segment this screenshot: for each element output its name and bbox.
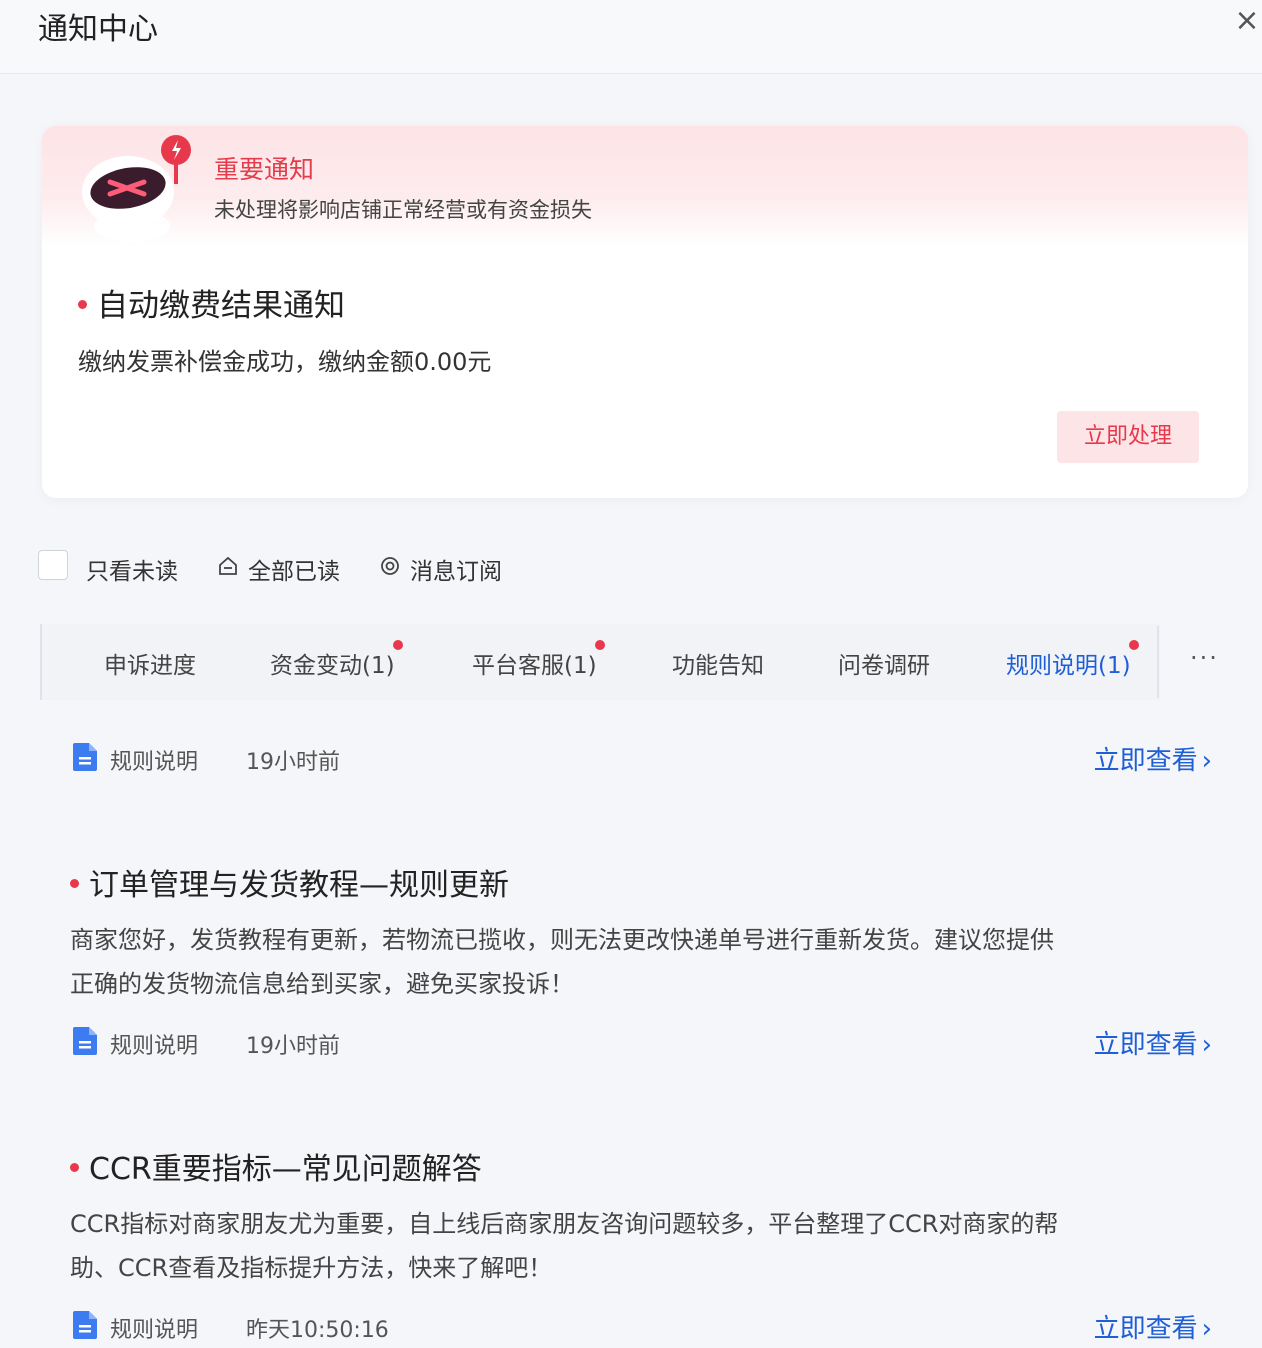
tab-divider — [1157, 626, 1159, 698]
view-now-label: 立即查看 — [1093, 746, 1198, 776]
tab-label: 功能告知 — [672, 653, 764, 679]
message-meta: 规则说明 昨天10:50:16 立即查看 › — [72, 1310, 1222, 1344]
tab-label: 申诉进度 — [104, 653, 196, 679]
subscribe-icon[interactable] — [378, 554, 402, 578]
important-notice-card: 重要通知 未处理将影响店铺正常经营或有资金损失 自动缴费结果通知 缴纳发票补偿金… — [42, 126, 1248, 498]
message-time: 19小时前 — [246, 1034, 340, 1059]
important-notice-subtitle: 未处理将影响店铺正常经营或有资金损失 — [214, 198, 592, 222]
close-icon[interactable]: × — [1232, 4, 1262, 38]
message-meta: 规则说明 19小时前 立即查看 › — [72, 1026, 1222, 1060]
unread-badge — [392, 640, 403, 650]
notice-description: 缴纳发票补偿金成功，缴纳金额0.00元 — [78, 348, 492, 376]
message-meta: 规则说明 19小时前 立即查看 › — [72, 742, 1222, 776]
message-description-line: 商家您好，发货教程有更新，若物流已揽收，则无法更改快递单号进行重新发货。建议您提… — [70, 926, 1054, 954]
tab-label: 资金变动(1) — [270, 653, 395, 679]
unread-badge — [594, 640, 605, 650]
tab-rules[interactable]: 规则说明(1) — [1006, 640, 1139, 680]
unread-dot — [70, 879, 79, 888]
tab-label: 平台客服(1) — [472, 653, 597, 679]
message-time: 昨天10:50:16 — [246, 1318, 389, 1343]
message-subscribe-button[interactable]: 消息订阅 — [410, 552, 502, 586]
tab-survey[interactable]: 问卷调研 — [838, 646, 930, 680]
message-title-text: 订单管理与发货教程—规则更新 — [89, 868, 509, 903]
unread-only-checkbox[interactable] — [38, 550, 68, 580]
document-icon — [73, 1027, 97, 1055]
view-now-link[interactable]: 立即查看 › — [1094, 740, 1212, 777]
message-title-text: CCR重要指标—常见问题解答 — [89, 1152, 482, 1187]
document-icon — [73, 1311, 97, 1339]
view-now-label: 立即查看 — [1093, 1030, 1198, 1060]
message-category: 规则说明 — [110, 1318, 199, 1343]
message-description-line: 正确的发货物流信息给到买家，避免买家投诉！ — [70, 970, 574, 998]
tab-feature-notice[interactable]: 功能告知 — [672, 646, 764, 680]
dialog-title: 通知中心 — [38, 12, 158, 47]
unread-dot — [78, 300, 87, 309]
tab-fund-changes[interactable]: 资金变动(1) — [270, 640, 403, 680]
message-toolbar: 只看未读 全部已读 消息订阅 — [38, 548, 738, 588]
mark-all-read-button[interactable]: 全部已读 — [248, 552, 340, 586]
notice-title-text: 自动缴费结果通知 — [97, 288, 345, 324]
message-time: 19小时前 — [246, 750, 340, 775]
notice-title: 自动缴费结果通知 — [78, 280, 345, 325]
important-notice-body: 自动缴费结果通知 缴纳发票补偿金成功，缴纳金额0.00元 立即处理 — [42, 246, 1248, 498]
chevron-right-icon: › — [1201, 746, 1212, 776]
tab-label: 规则说明(1) — [1006, 653, 1131, 679]
message-title[interactable]: CCR重要指标—常见问题解答 — [70, 1144, 482, 1188]
important-notice-header: 重要通知 未处理将影响店铺正常经营或有资金损失 — [42, 126, 1248, 246]
tab-label: 问卷调研 — [838, 653, 930, 679]
message-description-line: CCR指标对商家朋友尤为重要，自上线后商家朋友咨询问题较多，平台整理了CCR对商… — [70, 1210, 1059, 1238]
tab-platform-service[interactable]: 平台客服(1) — [472, 640, 605, 680]
message-category: 规则说明 — [110, 750, 199, 775]
more-tabs-icon[interactable]: ··· — [1190, 644, 1219, 672]
message-title[interactable]: 订单管理与发货教程—规则更新 — [70, 860, 509, 904]
unread-badge — [1128, 640, 1139, 650]
mark-read-icon[interactable] — [216, 554, 240, 578]
tab-appeal-progress[interactable]: 申诉进度 — [104, 646, 196, 680]
view-now-label: 立即查看 — [1093, 1314, 1198, 1344]
important-notice-title: 重要通知 — [214, 155, 315, 184]
chevron-right-icon: › — [1201, 1030, 1212, 1060]
unread-dot — [70, 1163, 79, 1172]
robot-mascot-icon — [82, 135, 191, 242]
message-description-line: 助、CCR查看及指标提升方法，快来了解吧！ — [70, 1254, 553, 1282]
document-icon — [73, 743, 97, 771]
view-now-link[interactable]: 立即查看 › — [1094, 1308, 1212, 1345]
message-category: 规则说明 — [110, 1034, 199, 1059]
view-now-link[interactable]: 立即查看 › — [1094, 1024, 1212, 1061]
message-description: 商家您好，发货教程有更新，若物流已揽收，则无法更改快递单号进行重新发货。建议您提… — [70, 918, 1230, 1006]
message-description: CCR指标对商家朋友尤为重要，自上线后商家朋友咨询问题较多，平台整理了CCR对商… — [70, 1202, 1230, 1290]
category-tabs: 申诉进度 资金变动(1) 平台客服(1) 功能告知 问卷调研 规则说明(1) — [40, 624, 1160, 700]
unread-only-label[interactable]: 只看未读 — [86, 552, 178, 586]
handle-now-button[interactable]: 立即处理 — [1057, 411, 1199, 463]
chevron-right-icon: › — [1201, 1314, 1212, 1344]
dialog-header: 通知中心 × — [0, 0, 1262, 74]
